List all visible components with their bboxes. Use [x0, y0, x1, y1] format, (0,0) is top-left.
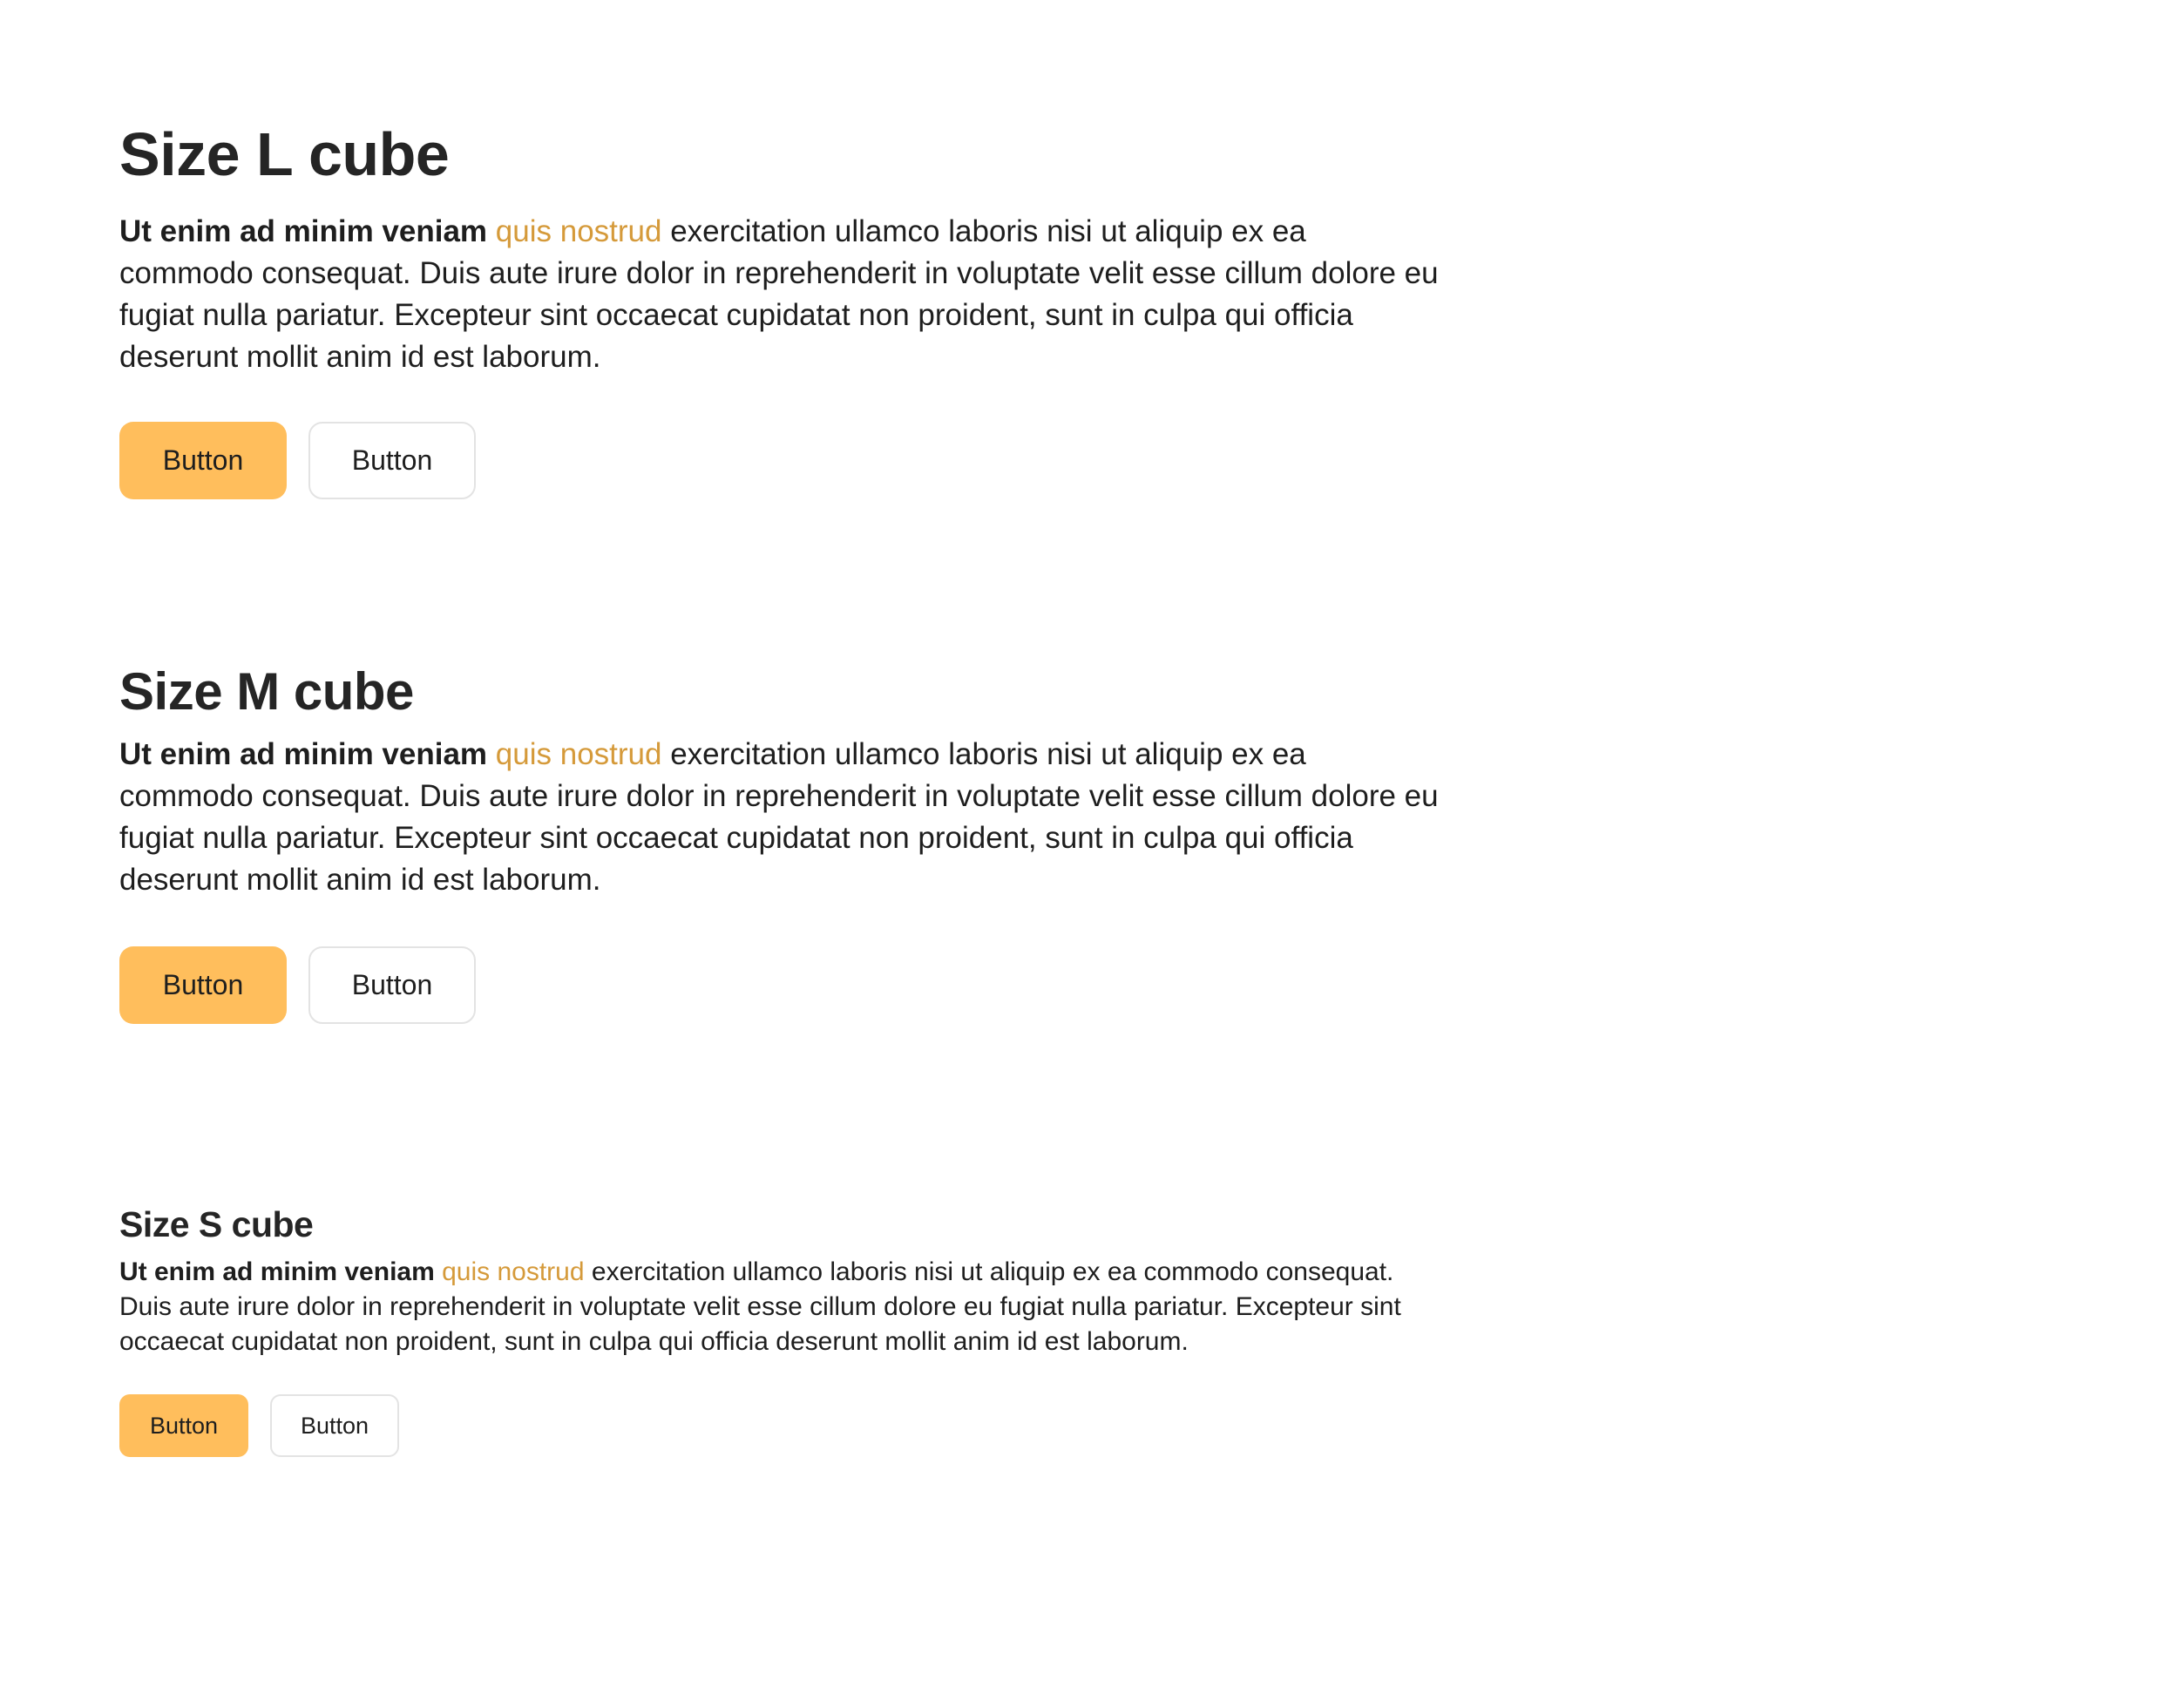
cube-size-s: Size S cube Ut enim ad minim veniam quis… [119, 1197, 1444, 1457]
secondary-button[interactable]: Button [308, 422, 476, 499]
cube-title: Size S cube [119, 1204, 314, 1244]
quis-nostrud-link[interactable]: quis nostrud [442, 1257, 584, 1286]
cube-size-m: Size M cube Ut enim ad minim veniam quis… [119, 659, 1444, 1024]
primary-button[interactable]: Button [119, 1394, 248, 1457]
quis-nostrud-link[interactable]: quis nostrud [496, 214, 662, 248]
cube-title: Size M cube [119, 662, 414, 721]
primary-button[interactable]: Button [119, 946, 287, 1024]
bold-lead-text: Ut enim ad minim veniam [119, 214, 488, 248]
primary-button[interactable]: Button [119, 422, 287, 499]
quis-nostrud-link[interactable]: quis nostrud [496, 737, 662, 771]
cube-paragraph: Ut enim ad minim veniam quis nostrud exe… [119, 211, 1444, 378]
bold-lead-text: Ut enim ad minim veniam [119, 737, 488, 771]
button-row: Button Button [119, 946, 1444, 1024]
cube-title: Size L cube [119, 120, 450, 188]
cube-paragraph: Ut enim ad minim veniam quis nostrud exe… [119, 734, 1444, 901]
secondary-button[interactable]: Button [270, 1394, 399, 1457]
bold-lead-text: Ut enim ad minim veniam [119, 1257, 435, 1286]
cube-size-l: Size L cube Ut enim ad minim veniam quis… [119, 115, 1444, 499]
button-row: Button Button [119, 1394, 1444, 1457]
cube-paragraph: Ut enim ad minim veniam quis nostrud exe… [119, 1255, 1444, 1359]
button-row: Button Button [119, 422, 1444, 499]
secondary-button[interactable]: Button [308, 946, 476, 1024]
